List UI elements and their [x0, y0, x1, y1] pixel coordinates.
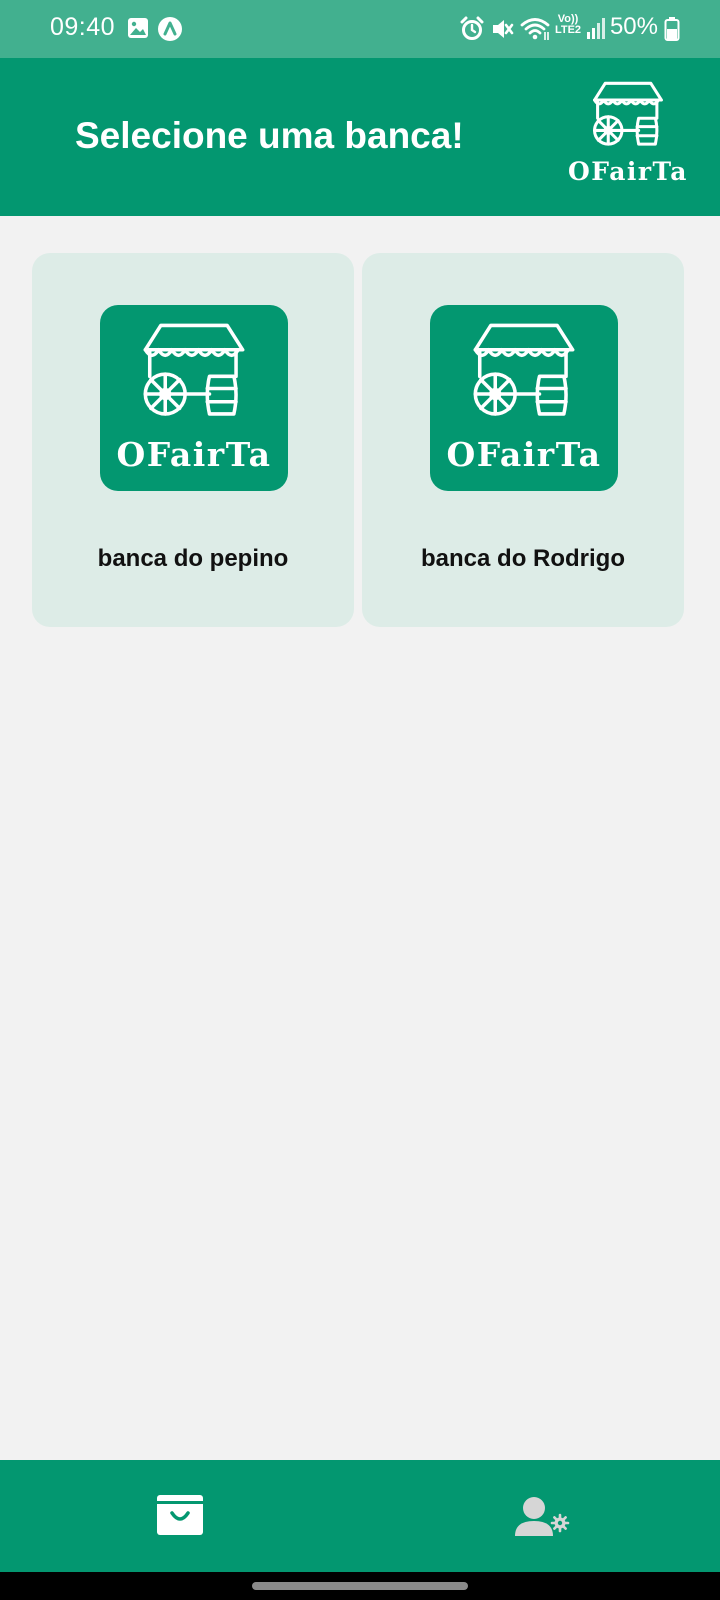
status-time: 09:40 [50, 13, 116, 41]
market-stall-icon [143, 323, 245, 416]
alarm-icon [460, 16, 484, 40]
nav-item-stalls[interactable] [156, 1494, 204, 1541]
page-title: Selecione uma banca! [75, 115, 464, 156]
stall-card[interactable]: OFairTa banca do pepino [32, 253, 354, 627]
status-bar: 09:40 Vo)) LTE2 50% [0, 0, 720, 58]
system-gesture-bar [0, 1572, 720, 1600]
user-settings-icon [515, 1497, 570, 1536]
stall-logo: OFairTa [430, 305, 618, 491]
app-header: Selecione uma banca! OFairTa [0, 58, 720, 216]
bottom-navigation [0, 1460, 720, 1572]
home-gesture-handle[interactable] [252, 1582, 468, 1590]
stall-name: banca do pepino [97, 545, 289, 572]
stall-logo: OFairTa [100, 305, 288, 491]
lte-icon: Vo)) LTE2 [554, 13, 582, 36]
market-stall-icon [473, 323, 575, 416]
stall-logo-text: OFairTa [116, 435, 272, 474]
wifi-icon [520, 18, 550, 40]
stall-logo-text: OFairTa [446, 435, 602, 474]
app-notification-icon [158, 17, 182, 41]
nav-item-profile[interactable] [514, 1496, 570, 1543]
stall-card[interactable]: OFairTa banca do Rodrigo [362, 253, 684, 627]
stall-name: banca do Rodrigo [421, 545, 625, 572]
signal-icon [587, 18, 605, 39]
app-logo: OFairTa [568, 80, 688, 200]
battery-percent: 50% [609, 13, 658, 40]
image-icon [128, 18, 148, 38]
market-stall-icon [593, 81, 663, 146]
mute-icon [493, 20, 514, 38]
shopping-basket-icon [157, 1495, 203, 1535]
battery-icon [664, 17, 680, 41]
logo-text: OFairTa [568, 157, 688, 186]
